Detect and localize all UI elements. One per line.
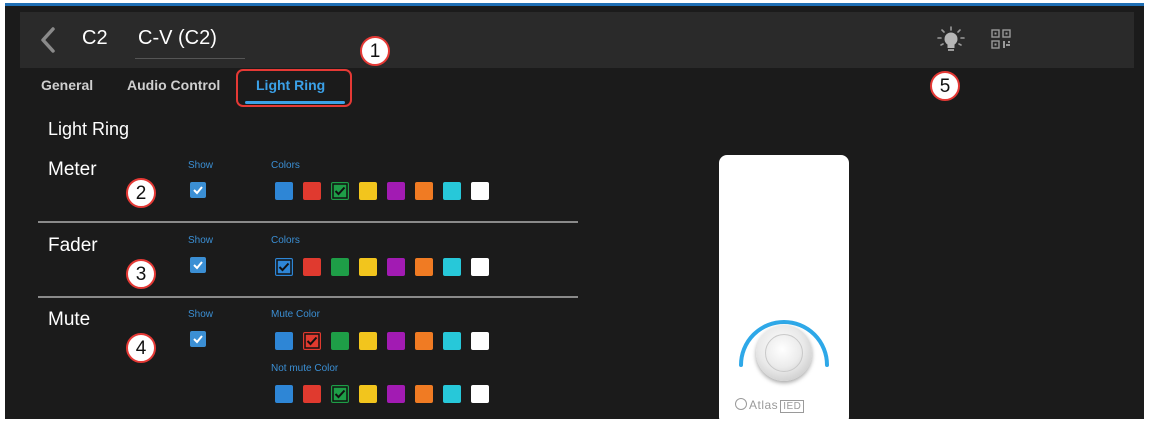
- divider: [38, 221, 578, 223]
- checkmark-icon: [332, 183, 348, 199]
- fader-swatch-blue[interactable]: [275, 258, 293, 276]
- meter-show-checkbox[interactable]: [190, 182, 206, 198]
- notmute-swatch-yellow[interactable]: [359, 385, 377, 403]
- fader-swatch-red[interactable]: [303, 258, 321, 276]
- fader-color-swatches: [275, 258, 489, 276]
- meter-swatch-blue[interactable]: [275, 182, 293, 200]
- brand-logo: Atlas IED: [735, 398, 805, 413]
- fader-swatch-purple[interactable]: [387, 258, 405, 276]
- mute-show-checkbox[interactable]: [190, 331, 206, 347]
- fader-swatch-green[interactable]: [331, 258, 349, 276]
- volume-knob[interactable]: [756, 325, 812, 381]
- notmute-swatch-green[interactable]: [331, 385, 349, 403]
- qr-code-icon[interactable]: [990, 28, 1012, 50]
- device-id: C2: [82, 27, 108, 49]
- chevron-left-icon[interactable]: [38, 26, 58, 54]
- brand-mark-icon: [735, 398, 747, 410]
- tab-audio-control[interactable]: Audio Control: [127, 77, 220, 93]
- fader-show-checkbox[interactable]: [190, 257, 206, 273]
- mute-swatch-green[interactable]: [331, 332, 349, 350]
- mute-color-label: Mute Color: [271, 309, 320, 320]
- meter-swatch-green[interactable]: [331, 182, 349, 200]
- callout-highlight-light-ring: [236, 69, 352, 107]
- device-preview: Atlas IED: [719, 155, 849, 419]
- mute-swatch-cyan[interactable]: [443, 332, 461, 350]
- mute-color-swatches: [275, 332, 489, 350]
- meter-swatch-orange[interactable]: [415, 182, 433, 200]
- device-name[interactable]: C-V (C2): [138, 27, 217, 50]
- checkmark-icon: [332, 386, 348, 402]
- lightbulb-icon[interactable]: [936, 26, 966, 54]
- header-bar: C2 C-V (C2): [20, 12, 1134, 68]
- device-name-underline: [135, 58, 245, 59]
- section-title: Light Ring: [48, 119, 130, 139]
- notmute-swatch-blue[interactable]: [275, 385, 293, 403]
- mute-swatch-orange[interactable]: [415, 332, 433, 350]
- mute-swatch-white[interactable]: [471, 332, 489, 350]
- fader-show-label: Show: [188, 235, 214, 246]
- meter-color-swatches: [275, 182, 489, 200]
- app-window: C2 C-V (C2) General Audio Control Light …: [5, 3, 1144, 419]
- meter-swatch-cyan[interactable]: [443, 182, 461, 200]
- fader-swatch-white[interactable]: [471, 258, 489, 276]
- meter-swatch-yellow[interactable]: [359, 182, 377, 200]
- not-mute-color-label: Not mute Color: [271, 363, 339, 374]
- notmute-swatch-purple[interactable]: [387, 385, 405, 403]
- meter-swatch-white[interactable]: [471, 182, 489, 200]
- fader-colors-label: Colors: [271, 235, 300, 246]
- mute-show-label: Show: [188, 309, 214, 320]
- callout-badge-5: 5: [930, 71, 960, 101]
- mute-swatch-red[interactable]: [303, 332, 321, 350]
- fader-swatch-cyan[interactable]: [443, 258, 461, 276]
- notmute-swatch-cyan[interactable]: [443, 385, 461, 403]
- callout-badge-1: 1: [360, 36, 390, 66]
- mute-swatch-yellow[interactable]: [359, 332, 377, 350]
- tab-general[interactable]: General: [41, 77, 93, 93]
- meter-label: Meter: [48, 159, 97, 180]
- meter-swatch-red[interactable]: [303, 182, 321, 200]
- divider: [38, 296, 578, 298]
- top-accent-line: [5, 3, 1144, 6]
- mute-swatch-purple[interactable]: [387, 332, 405, 350]
- brand-name: Atlas: [749, 398, 779, 412]
- fader-swatch-yellow[interactable]: [359, 258, 377, 276]
- mute-swatch-blue[interactable]: [275, 332, 293, 350]
- callout-badge-4: 4: [126, 333, 156, 363]
- fader-label: Fader: [48, 235, 98, 256]
- mute-label: Mute: [48, 309, 91, 330]
- meter-show-label: Show: [188, 160, 214, 171]
- notmute-swatch-red[interactable]: [303, 385, 321, 403]
- checkmark-icon: [304, 333, 320, 349]
- notmute-swatch-white[interactable]: [471, 385, 489, 403]
- meter-colors-label: Colors: [271, 160, 300, 171]
- meter-swatch-purple[interactable]: [387, 182, 405, 200]
- notmute-swatch-orange[interactable]: [415, 385, 433, 403]
- not-mute-color-swatches: [275, 385, 489, 403]
- callout-badge-2: 2: [126, 178, 156, 208]
- checkmark-icon: [276, 259, 292, 275]
- fader-swatch-orange[interactable]: [415, 258, 433, 276]
- brand-box: IED: [780, 400, 805, 413]
- knob-center: [765, 334, 803, 372]
- callout-badge-3: 3: [126, 259, 156, 289]
